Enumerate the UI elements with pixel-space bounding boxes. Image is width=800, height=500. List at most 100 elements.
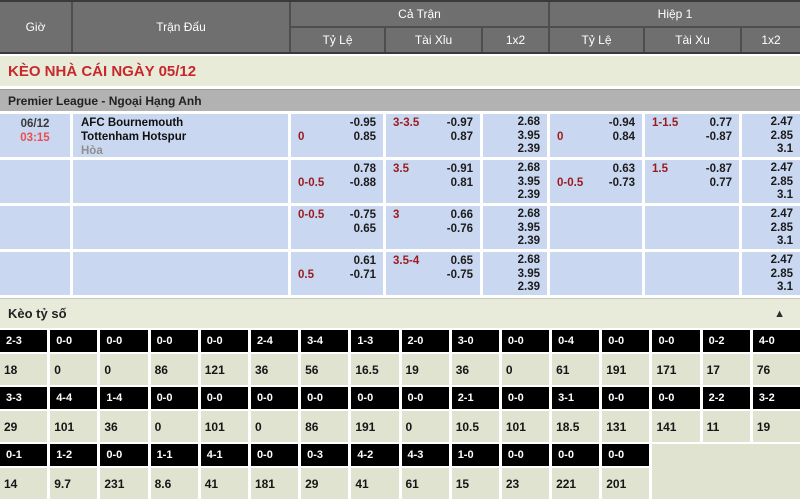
score-odds-cell[interactable]: 76 xyxy=(753,354,800,385)
score-odds-cell[interactable]: 16.5 xyxy=(351,354,398,385)
match-teams-cell[interactable] xyxy=(73,252,288,295)
score-odds-cell[interactable]: 18.5 xyxy=(552,411,599,442)
score-odds-cell[interactable]: 0 xyxy=(502,354,549,385)
score-odds-cell[interactable]: 0 xyxy=(251,411,298,442)
score-odds-cell[interactable]: 101 xyxy=(201,411,248,442)
score-cell[interactable]: 0-0 xyxy=(100,444,147,466)
score-odds-cell[interactable]: 17 xyxy=(703,354,750,385)
score-odds-cell[interactable]: 0 xyxy=(402,411,449,442)
odds-cell-1x2-full[interactable]: 2.683.952.39 xyxy=(483,206,547,249)
score-odds-cell[interactable]: 171 xyxy=(652,354,699,385)
odds-cell-handicap-half[interactable]: 0.630-0.5-0.73 xyxy=(550,160,642,203)
score-cell[interactable]: 0-0 xyxy=(151,330,198,352)
score-cell[interactable]: 3-3 xyxy=(0,387,47,409)
score-cell[interactable]: 1-1 xyxy=(151,444,198,466)
score-cell[interactable]: 0-0 xyxy=(602,387,649,409)
score-cell[interactable]: 0-2 xyxy=(703,330,750,352)
score-cell[interactable]: 1-4 xyxy=(100,387,147,409)
score-odds-cell[interactable]: 0 xyxy=(100,354,147,385)
score-odds-cell[interactable]: 9.7 xyxy=(50,468,97,499)
score-cell[interactable]: 0-0 xyxy=(201,330,248,352)
score-odds-cell[interactable]: 131 xyxy=(602,411,649,442)
score-cell[interactable]: 0-0 xyxy=(100,330,147,352)
score-odds-cell[interactable]: 19 xyxy=(753,411,800,442)
score-cell[interactable]: 0-0 xyxy=(652,330,699,352)
score-odds-cell[interactable]: 221 xyxy=(552,468,599,499)
score-odds-cell[interactable]: 0 xyxy=(151,411,198,442)
score-cell[interactable]: 0-0 xyxy=(301,387,348,409)
collapse-arrow-icon[interactable]: ▲ xyxy=(774,308,785,320)
score-cell[interactable]: 0-0 xyxy=(402,387,449,409)
score-odds-cell[interactable]: 121 xyxy=(201,354,248,385)
odds-cell-handicap-full[interactable]: 0.780-0.5-0.88 xyxy=(291,160,383,203)
score-cell[interactable]: 0-0 xyxy=(251,387,298,409)
score-cell[interactable]: 2-1 xyxy=(452,387,499,409)
odds-cell-handicap-half[interactable]: -0.9400.84 xyxy=(550,114,642,157)
score-cell[interactable]: 0-0 xyxy=(201,387,248,409)
odds-cell-handicap-half[interactable] xyxy=(550,206,642,249)
score-cell[interactable]: 0-0 xyxy=(502,330,549,352)
score-cell[interactable]: 0-4 xyxy=(552,330,599,352)
score-odds-cell[interactable]: 36 xyxy=(100,411,147,442)
score-cell[interactable]: 4-3 xyxy=(402,444,449,466)
score-odds-cell[interactable]: 10.5 xyxy=(452,411,499,442)
score-odds-cell[interactable]: 23 xyxy=(502,468,549,499)
odds-cell-1x2-half[interactable]: 2.472.853.1 xyxy=(742,114,800,157)
league-header[interactable]: Premier League - Ngoại Hạng Anh xyxy=(0,89,800,111)
score-cell[interactable]: 0-0 xyxy=(502,387,549,409)
score-odds-cell[interactable]: 19 xyxy=(402,354,449,385)
score-odds-cell[interactable]: 86 xyxy=(151,354,198,385)
score-odds-cell[interactable]: 101 xyxy=(502,411,549,442)
score-odds-cell[interactable]: 18 xyxy=(0,354,47,385)
score-cell[interactable]: 4-0 xyxy=(753,330,800,352)
score-odds-cell[interactable]: 181 xyxy=(251,468,298,499)
score-odds-cell[interactable]: 36 xyxy=(452,354,499,385)
odds-cell-over-under-half[interactable]: 1-1.50.77-0.87 xyxy=(645,114,739,157)
score-odds-cell[interactable]: 86 xyxy=(301,411,348,442)
score-odds-cell[interactable]: 0 xyxy=(50,354,97,385)
score-odds-cell[interactable]: 231 xyxy=(100,468,147,499)
odds-cell-1x2-full[interactable]: 2.683.952.39 xyxy=(483,252,547,295)
score-odds-cell[interactable]: 41 xyxy=(351,468,398,499)
score-cell[interactable]: 2-0 xyxy=(402,330,449,352)
score-odds-cell[interactable]: 191 xyxy=(351,411,398,442)
score-cell[interactable]: 0-0 xyxy=(652,387,699,409)
score-cell[interactable]: 0-0 xyxy=(351,387,398,409)
score-odds-cell[interactable]: 14 xyxy=(0,468,47,499)
score-odds-cell[interactable]: 141 xyxy=(652,411,699,442)
score-odds-cell[interactable]: 61 xyxy=(552,354,599,385)
score-cell[interactable]: 3-1 xyxy=(552,387,599,409)
score-odds-cell[interactable]: 11 xyxy=(703,411,750,442)
score-odds-cell[interactable]: 29 xyxy=(0,411,47,442)
score-cell[interactable]: 2-4 xyxy=(251,330,298,352)
odds-cell-1x2-half[interactable]: 2.472.853.1 xyxy=(742,206,800,249)
score-odds-cell[interactable]: 201 xyxy=(602,468,649,499)
score-cell[interactable]: 3-2 xyxy=(753,387,800,409)
odds-cell-1x2-full[interactable]: 2.683.952.39 xyxy=(483,114,547,157)
score-cell[interactable]: 4-4 xyxy=(50,387,97,409)
score-cell[interactable]: 0-0 xyxy=(602,330,649,352)
score-cell[interactable]: 0-3 xyxy=(301,444,348,466)
score-cell[interactable]: 0-0 xyxy=(151,387,198,409)
score-cell[interactable]: 2-2 xyxy=(703,387,750,409)
odds-cell-over-under-half[interactable] xyxy=(645,252,739,295)
score-odds-cell[interactable]: 101 xyxy=(50,411,97,442)
odds-cell-over-under-full[interactable]: 3-3.5-0.970.87 xyxy=(386,114,480,157)
score-cell[interactable]: 0-1 xyxy=(0,444,47,466)
odds-cell-over-under-half[interactable]: 1.5-0.870.77 xyxy=(645,160,739,203)
score-odds-cell[interactable]: 56 xyxy=(301,354,348,385)
odds-cell-1x2-half[interactable]: 2.472.853.1 xyxy=(742,160,800,203)
score-odds-cell[interactable]: 191 xyxy=(602,354,649,385)
score-cell[interactable]: 0-0 xyxy=(502,444,549,466)
score-cell[interactable]: 2-3 xyxy=(0,330,47,352)
match-teams-cell[interactable] xyxy=(73,206,288,249)
score-cell[interactable]: 0-0 xyxy=(251,444,298,466)
odds-cell-over-under-full[interactable]: 3.5-0.910.81 xyxy=(386,160,480,203)
score-cell[interactable]: 4-1 xyxy=(201,444,248,466)
score-cell[interactable]: 0-0 xyxy=(552,444,599,466)
score-cell[interactable]: 3-4 xyxy=(301,330,348,352)
odds-cell-handicap-full[interactable]: 0.610.5-0.71 xyxy=(291,252,383,295)
score-odds-cell[interactable]: 41 xyxy=(201,468,248,499)
score-odds-cell[interactable]: 15 xyxy=(452,468,499,499)
score-cell[interactable]: 1-2 xyxy=(50,444,97,466)
